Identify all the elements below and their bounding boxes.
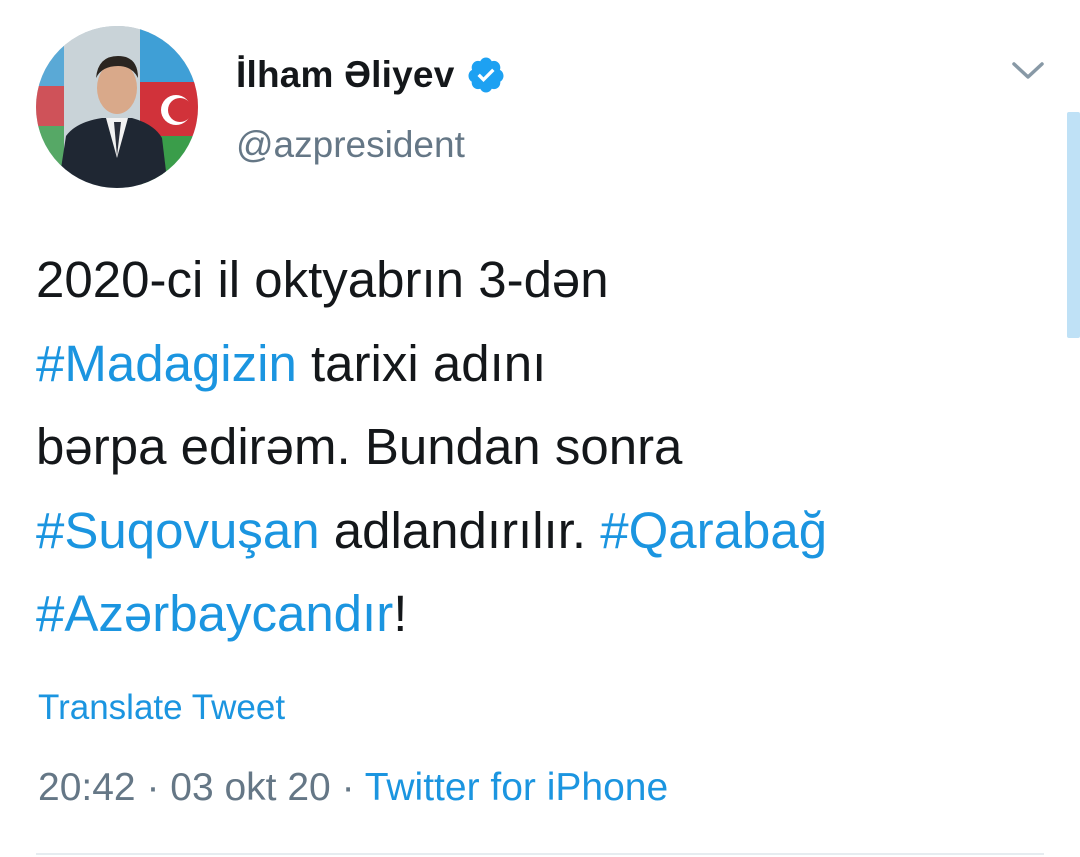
tweet-date[interactable]: 03 okt 20 (170, 766, 330, 809)
tweet-text-segment: adlandırılır. (319, 501, 601, 559)
tweet-text-segment: ! (393, 585, 408, 642)
tweet-text-line: #Madagizin tarixi adını (36, 322, 1056, 406)
tweet-source-link[interactable]: Twitter for iPhone (365, 766, 668, 809)
tweet: İlham Əliyev @azpresident 2020-ci il okt… (0, 0, 1080, 857)
avatar-image (36, 26, 198, 188)
hashtag-link[interactable]: #Azərbaycandır (36, 585, 393, 642)
hashtag-link[interactable]: #Madagizin (36, 335, 297, 392)
tweet-text: 2020-ci il oktyabrın 3-dən #Madagizin tar… (36, 238, 1056, 656)
divider (36, 853, 1044, 855)
hashtag-link[interactable]: #Qarabağ (600, 502, 827, 559)
author-handle[interactable]: @azpresident (236, 124, 465, 166)
tweet-time[interactable]: 20:42 (38, 766, 136, 809)
tweet-metadata: 20:42 · 03 okt 20 · Twitter for iPhone (38, 766, 668, 810)
scrollbar[interactable] (1067, 112, 1080, 338)
tweet-text-line: #Suqovuşan adlandırılır. #Qarabağ (36, 489, 1056, 573)
author-display-name[interactable]: İlham Əliyev (236, 54, 454, 96)
tweet-text-line: bərpa edirəm. Bundan sonra (36, 405, 1056, 489)
hashtag-link[interactable]: #Suqovuşan (36, 502, 320, 559)
tweet-text-line: #Azərbaycandır! (36, 572, 1056, 656)
tweet-text-segment: 2020-ci il oktyabrın 3-dən (36, 251, 609, 308)
tweet-text-segment: tarixi adını (296, 334, 547, 392)
chevron-down-icon[interactable] (1006, 56, 1050, 86)
verified-badge-icon (466, 55, 506, 95)
meta-separator: · (330, 766, 365, 809)
meta-separator: · (135, 766, 171, 809)
translate-tweet-link[interactable]: Translate Tweet (38, 688, 285, 728)
avatar[interactable] (36, 26, 198, 188)
tweet-text-line: 2020-ci il oktyabrın 3-dən (36, 238, 1056, 322)
tweet-text-segment: bərpa edirəm. Bundan sonra (36, 418, 683, 475)
author-info[interactable]: İlham Əliyev (236, 50, 506, 100)
